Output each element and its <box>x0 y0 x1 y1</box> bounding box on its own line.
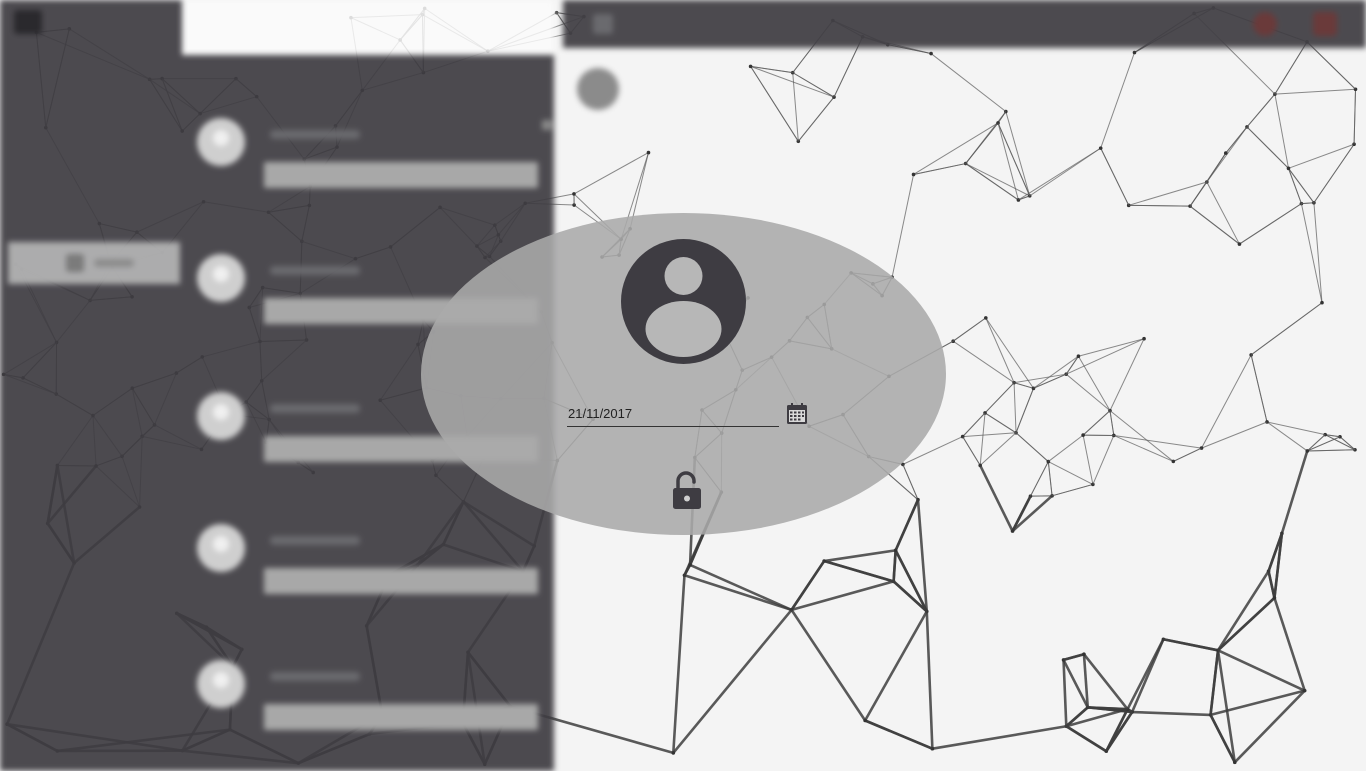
list-item-name <box>270 130 360 139</box>
list-item <box>182 110 554 210</box>
main-toolbar <box>563 0 1366 48</box>
avatar <box>197 660 245 708</box>
folder-icon <box>66 254 84 272</box>
list-item-preview <box>264 162 538 188</box>
list-item-name <box>270 266 360 275</box>
list-item-name <box>270 404 360 413</box>
avatar <box>197 254 245 302</box>
avatar <box>197 118 245 166</box>
sidebar-panel <box>0 0 182 771</box>
list-item <box>182 652 554 752</box>
date-field[interactable] <box>567 401 779 427</box>
folder-icon <box>593 14 613 34</box>
list-item <box>182 516 554 616</box>
sidebar-item-selected <box>8 242 180 284</box>
list-item-name <box>270 536 360 545</box>
avatar <box>197 524 245 572</box>
avatar <box>577 68 619 110</box>
unlock-button[interactable] <box>669 471 705 511</box>
lock-open-icon <box>673 471 701 509</box>
menu-icon <box>14 10 42 34</box>
list-item-name <box>270 672 360 681</box>
avatar <box>197 392 245 440</box>
list-item-preview <box>264 704 538 730</box>
list-item-preview <box>264 568 538 594</box>
delete-icon <box>1253 12 1277 36</box>
settings-icon <box>1313 12 1337 36</box>
calendar-icon[interactable] <box>786 403 808 425</box>
sidebar-item-label <box>94 259 134 267</box>
list-header <box>182 0 554 55</box>
account-circle-icon <box>621 239 746 364</box>
